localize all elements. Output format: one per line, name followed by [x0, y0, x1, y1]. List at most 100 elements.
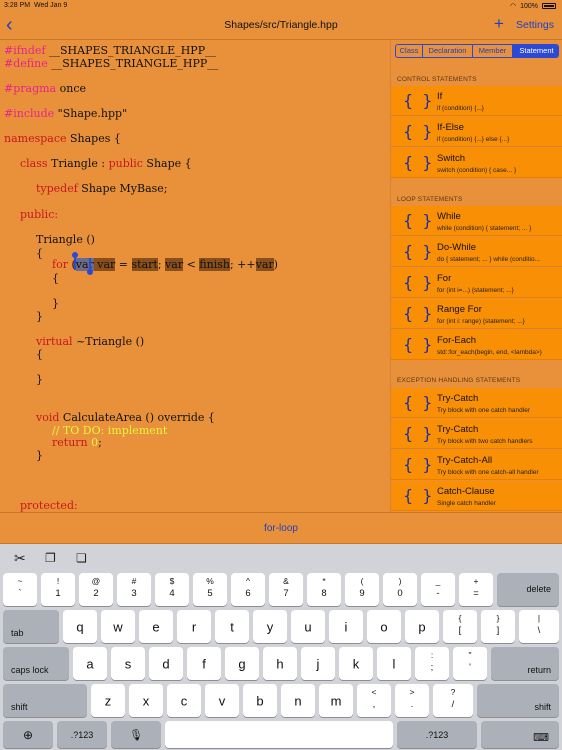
- key-label: l: [392, 656, 396, 671]
- copy-icon[interactable]: ❐: [45, 551, 56, 565]
- key-bottom: ;: [430, 662, 434, 673]
- key-s[interactable]: s: [111, 647, 145, 680]
- key-2[interactable]: @2: [79, 573, 113, 606]
- snippet-try-catch[interactable]: { } Try-Catch Try block with one catch h…: [391, 388, 562, 418]
- settings-button[interactable]: Settings: [516, 19, 554, 31]
- key-r[interactable]: r: [177, 610, 211, 643]
- snippet-for-each[interactable]: { } For-Each std::for_each(begin, end, <…: [391, 330, 562, 360]
- key-bracket-left[interactable]: {[: [443, 610, 477, 643]
- paste-icon[interactable]: ❏: [76, 551, 87, 565]
- key-backslash[interactable]: | \: [519, 610, 559, 643]
- key-4[interactable]: $4: [155, 573, 189, 606]
- key-comma[interactable]: <,: [357, 684, 391, 717]
- code-line: return 0;: [52, 436, 102, 449]
- caps-lock-key[interactable]: caps lock: [3, 647, 69, 680]
- key-z[interactable]: z: [91, 684, 125, 717]
- key-9[interactable]: (9: [345, 573, 379, 606]
- key-period[interactable]: >.: [395, 684, 429, 717]
- selection-handle-end[interactable]: [87, 269, 93, 275]
- key-y[interactable]: y: [253, 610, 287, 643]
- key-0[interactable]: ) 0: [383, 573, 417, 606]
- key-3[interactable]: #3: [117, 573, 151, 606]
- key-1[interactable]: ! 1: [41, 573, 75, 606]
- snippet-for[interactable]: { } For for (int i=...) {statement; ...}: [391, 268, 562, 298]
- braces-icon: { }: [403, 273, 435, 292]
- dictation-key[interactable]: 🎙: [111, 721, 161, 748]
- segment-class[interactable]: Class: [396, 45, 423, 57]
- braces-icon: { }: [403, 335, 435, 354]
- cut-scissors-icon[interactable]: ✂: [14, 550, 26, 567]
- code-token-placeholder: start: [131, 258, 158, 271]
- key-top: :: [430, 650, 434, 660]
- numbers-key-right[interactable]: .?123: [397, 721, 477, 748]
- globe-key[interactable]: ⊕: [3, 721, 53, 748]
- key-bracket-right[interactable]: }]: [481, 610, 515, 643]
- key-equals[interactable]: + =: [459, 573, 493, 606]
- key-top: (: [360, 576, 364, 586]
- snippet-while[interactable]: { } While while (condition) { statement;…: [391, 206, 562, 236]
- key-k[interactable]: k: [339, 647, 373, 680]
- key-e[interactable]: e: [139, 610, 173, 643]
- key-semicolon[interactable]: :;: [415, 647, 449, 680]
- snippet-range-for[interactable]: { } Range For for (int i: range) {statem…: [391, 299, 562, 329]
- space-bar[interactable]: [165, 721, 393, 748]
- key-7[interactable]: & 7: [269, 573, 303, 606]
- code-token-placeholder: finish: [199, 258, 230, 271]
- key-h[interactable]: h: [263, 647, 297, 680]
- key-u[interactable]: u: [291, 610, 325, 643]
- key-slash[interactable]: ? /: [433, 684, 473, 717]
- key-p[interactable]: p: [405, 610, 439, 643]
- key-b[interactable]: b: [243, 684, 277, 717]
- shift-right-key[interactable]: shift: [477, 684, 559, 717]
- key-q[interactable]: q: [63, 610, 97, 643]
- key-6[interactable]: ^ 6: [231, 573, 265, 606]
- snippet-if-else[interactable]: { } If-Else if (condition) {...} else {.…: [391, 117, 562, 147]
- key-m[interactable]: m: [319, 684, 353, 717]
- key-d[interactable]: d: [149, 647, 183, 680]
- key-bottom: 0: [397, 588, 403, 599]
- snippet-switch[interactable]: { } Switch switch (condition) { case... …: [391, 148, 562, 178]
- delete-key[interactable]: delete: [497, 573, 559, 606]
- key-c[interactable]: c: [167, 684, 201, 717]
- key-a[interactable]: a: [73, 647, 107, 680]
- key-minus[interactable]: _ -: [421, 573, 455, 606]
- key-g[interactable]: g: [225, 647, 259, 680]
- numbers-key-left[interactable]: .?123: [57, 721, 107, 748]
- key-i[interactable]: i: [329, 610, 363, 643]
- key-x[interactable]: x: [129, 684, 163, 717]
- key-8[interactable]: * 8: [307, 573, 341, 606]
- return-key[interactable]: return: [491, 647, 559, 680]
- snippet-do-while[interactable]: { } Do-While do { statement; ... } while…: [391, 237, 562, 267]
- key-v[interactable]: v: [205, 684, 239, 717]
- key-backtick[interactable]: ~ `: [3, 573, 37, 606]
- snippet-try-catch-all[interactable]: { } Try-Catch-All Try block with one cat…: [391, 450, 562, 480]
- hide-keyboard-key[interactable]: ⌨: [481, 721, 559, 748]
- key-f[interactable]: f: [187, 647, 221, 680]
- code-line: #include "Shape.hpp": [4, 107, 127, 120]
- key-w[interactable]: w: [101, 610, 135, 643]
- key-quote[interactable]: " ': [453, 647, 487, 680]
- code-line: protected:: [20, 499, 78, 512]
- segment-declaration[interactable]: Declaration: [423, 45, 473, 57]
- key-5[interactable]: % 5: [193, 573, 227, 606]
- key-t[interactable]: t: [215, 610, 249, 643]
- key-o[interactable]: o: [367, 610, 401, 643]
- key-n[interactable]: n: [281, 684, 315, 717]
- snippet-name: If-Else: [437, 122, 464, 133]
- tab-key[interactable]: tab: [3, 610, 59, 643]
- snippet-catch-clause[interactable]: { } Catch-Clause Single catch handler: [391, 481, 562, 511]
- segment-statement[interactable]: Statement: [513, 45, 558, 57]
- code-editor[interactable]: #ifndef __SHAPES_TRIANGLE_HPP__ #define …: [0, 40, 390, 512]
- add-plus-icon[interactable]: +: [494, 15, 504, 33]
- snippet-try-catch-two[interactable]: { } Try-Catch Try block with two catch h…: [391, 419, 562, 449]
- key-bottom: /: [451, 699, 455, 710]
- key-l[interactable]: l: [377, 647, 411, 680]
- snippet-name-label[interactable]: for-loop: [0, 523, 562, 534]
- snippet-if[interactable]: { } If if (condition) {...}: [391, 86, 562, 116]
- key-bottom: 5: [207, 588, 213, 599]
- key-j[interactable]: j: [301, 647, 335, 680]
- snippet-desc: if (condition) {...} else {...}: [437, 136, 510, 143]
- shift-left-key[interactable]: shift: [3, 684, 87, 717]
- key-label: q: [76, 619, 84, 634]
- segment-member[interactable]: Member: [473, 45, 513, 57]
